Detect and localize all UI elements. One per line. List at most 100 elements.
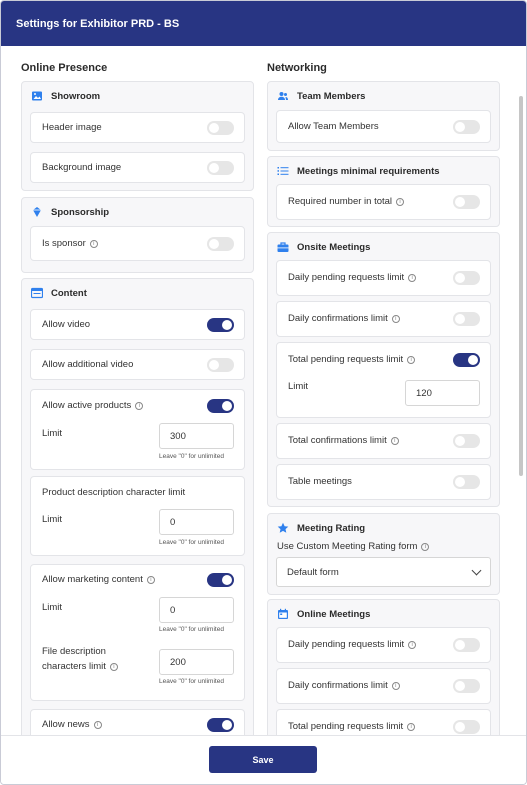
allow-team-members-label: Allow Team Members	[288, 121, 379, 132]
background-image-toggle[interactable]	[207, 161, 234, 175]
chevron-down-icon	[471, 565, 482, 576]
onsite-daily-confirm-label: Daily confirmations limit	[288, 313, 388, 324]
header-image-label: Header image	[42, 122, 102, 133]
background-image-row: Background image	[30, 152, 245, 183]
online-daily-confirm-toggle[interactable]	[453, 679, 480, 693]
info-icon[interactable]: i	[89, 239, 98, 248]
onsite-total-pending-toggle[interactable]	[453, 353, 480, 367]
info-icon[interactable]: i	[421, 542, 430, 551]
limit-label: Limit	[42, 514, 63, 525]
background-image-label: Background image	[42, 162, 122, 173]
allow-news-toggle[interactable]	[207, 718, 234, 732]
unlimited-hint: Leave "0" for unlimited	[159, 626, 224, 633]
meetings-requirements-card: Meetings minimal requirements Required n…	[267, 156, 500, 227]
info-icon[interactable]: i	[408, 273, 417, 282]
users-icon	[277, 90, 289, 102]
image-icon	[31, 90, 43, 102]
onsite-daily-pending-label: Daily pending requests limit	[288, 272, 405, 283]
limit-label: Limit	[288, 381, 309, 392]
onsite-total-confirm-label: Total confirmations limit	[288, 435, 387, 446]
onsite-daily-confirm-toggle[interactable]	[453, 312, 480, 326]
file-description-label-2: characters limit	[42, 661, 106, 672]
onsite-total-pending-row: Total pending requests limit i Limit 120	[276, 342, 491, 418]
online-daily-confirm-row: Daily confirmations limit i	[276, 668, 491, 704]
product-description-limit-input[interactable]: 0	[159, 509, 234, 535]
allow-news-label: Allow news	[42, 719, 90, 730]
info-icon[interactable]: i	[391, 681, 400, 690]
table-meetings-toggle[interactable]	[453, 475, 480, 489]
allow-additional-video-row: Allow additional video	[30, 349, 245, 380]
info-icon[interactable]: i	[93, 720, 102, 729]
unlimited-hint: Leave "0" for unlimited	[159, 539, 224, 546]
file-description-label-1: File description	[42, 646, 106, 657]
active-products-limit-input[interactable]: 300	[159, 423, 234, 449]
product-description-title: Product description character limit	[42, 487, 186, 498]
meeting-rating-card: Meeting Rating Use Custom Meeting Rating…	[267, 513, 500, 595]
scrollbar[interactable]	[519, 96, 523, 476]
allow-marketing-row: Allow marketing content i Limit 0 Leave …	[30, 564, 245, 701]
onsite-daily-pending-row: Daily pending requests limit i	[276, 260, 491, 296]
modal-footer: Save	[1, 735, 526, 784]
onsite-daily-confirm-row: Daily confirmations limit i	[276, 301, 491, 337]
team-members-card: Team Members Allow Team Members	[267, 81, 500, 151]
info-icon[interactable]: i	[408, 640, 417, 649]
info-icon[interactable]: i	[391, 314, 400, 323]
showroom-title: Showroom	[51, 90, 101, 102]
info-icon[interactable]: i	[109, 663, 118, 671]
allow-marketing-toggle[interactable]	[207, 573, 234, 587]
info-icon[interactable]: i	[390, 436, 399, 445]
onsite-daily-pending-toggle[interactable]	[453, 271, 480, 285]
info-icon[interactable]: i	[407, 355, 416, 364]
required-total-label: Required number in total	[288, 196, 393, 207]
info-icon[interactable]: i	[407, 722, 416, 731]
marketing-limit-input[interactable]: 0	[159, 597, 234, 623]
modal-title: Settings for Exhibitor PRD - BS	[16, 17, 180, 30]
online-daily-pending-row: Daily pending requests limit i	[276, 627, 491, 663]
allow-additional-video-toggle[interactable]	[207, 358, 234, 372]
onsite-total-confirm-toggle[interactable]	[453, 434, 480, 448]
list-icon	[277, 165, 289, 177]
save-button[interactable]: Save	[209, 746, 317, 773]
is-sponsor-label: Is sponsor	[42, 238, 86, 249]
allow-team-members-toggle[interactable]	[453, 120, 480, 134]
allow-active-products-toggle[interactable]	[207, 399, 234, 413]
online-daily-pending-label: Daily pending requests limit	[288, 639, 405, 650]
limit-label: Limit	[42, 602, 63, 613]
allow-active-products-row: Allow active products i Limit 300 Leave …	[30, 389, 245, 470]
onsite-total-pending-label: Total pending requests limit	[288, 354, 404, 365]
online-meetings-title: Online Meetings	[297, 608, 371, 620]
is-sponsor-row: Is sponsor i	[30, 226, 245, 261]
file-description-limit-input[interactable]: 200	[159, 649, 234, 675]
sponsorship-title: Sponsorship	[51, 206, 110, 218]
info-icon[interactable]: i	[135, 401, 144, 410]
modal-header: Settings for Exhibitor PRD - BS	[1, 1, 526, 46]
star-icon	[277, 522, 289, 534]
header-image-toggle[interactable]	[207, 121, 234, 135]
onsite-total-pending-limit-input[interactable]: 120	[405, 380, 480, 406]
table-meetings-label: Table meetings	[288, 476, 352, 487]
briefcase-icon	[277, 241, 289, 253]
rating-form-selected: Default form	[287, 566, 339, 578]
rating-form-select[interactable]: Default form	[276, 557, 491, 587]
required-total-toggle[interactable]	[453, 195, 480, 209]
is-sponsor-toggle[interactable]	[207, 237, 234, 251]
online-meetings-card: Online Meetings Daily pending requests l…	[267, 599, 500, 737]
team-members-title: Team Members	[297, 90, 366, 102]
unlimited-hint: Leave "0" for unlimited	[159, 453, 224, 460]
header-image-row: Header image	[30, 112, 245, 143]
online-daily-pending-toggle[interactable]	[453, 638, 480, 652]
content-card: Content Allow video Allow additional vid…	[21, 278, 254, 737]
allow-video-toggle[interactable]	[207, 318, 234, 332]
online-total-pending-toggle[interactable]	[453, 720, 480, 734]
online-daily-confirm-label: Daily confirmations limit	[288, 680, 388, 691]
unlimited-hint: Leave "0" for unlimited	[159, 678, 224, 685]
info-icon[interactable]: i	[146, 575, 155, 584]
showroom-card: Showroom Header image Background image	[21, 81, 254, 191]
onsite-meetings-card: Onsite Meetings Daily pending requests l…	[267, 232, 500, 507]
browser-icon	[30, 287, 44, 299]
required-total-row: Required number in total i	[276, 184, 491, 220]
networking-title: Networking	[267, 62, 327, 74]
online-total-pending-label: Total pending requests limit	[288, 721, 404, 732]
info-icon[interactable]: i	[396, 197, 405, 206]
modal-body[interactable]: Online Presence Showroom Header image Ba…	[1, 46, 526, 737]
